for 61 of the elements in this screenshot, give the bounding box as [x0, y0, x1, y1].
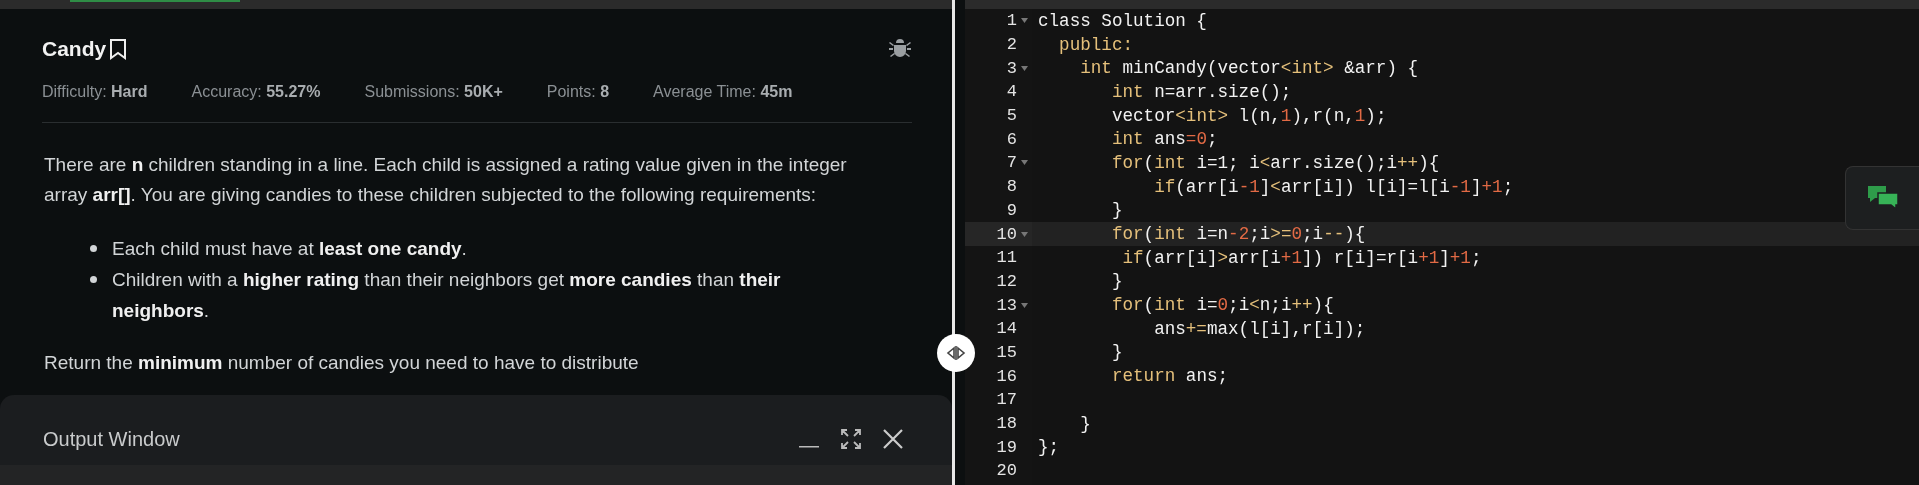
code-line: } [1110, 200, 1123, 221]
code-line: vector<int> l(n,1),r(n,1); [1110, 105, 1387, 126]
expand-icon[interactable] [840, 428, 862, 450]
code-line: int minCandy(vector<int> &arr) { [1079, 58, 1419, 79]
code-line: for(int i=n-2;i>=0;i--){ [1110, 224, 1366, 245]
meta-stat: Average Time: 45m [653, 83, 793, 101]
requirement-item: Children with a higher rating than their neighbors get more candies than their neighbors. [112, 268, 782, 323]
requirement-item: Each child must have at least one candy. [112, 237, 467, 261]
line-number: 14 [996, 319, 1017, 339]
problem-title: Candy [42, 37, 107, 61]
line-number: 15 [996, 342, 1017, 362]
line-number: 8 [1006, 177, 1017, 197]
output-window-title: Output Window [43, 427, 180, 451]
bookmark-icon[interactable] [109, 38, 128, 60]
chat-button[interactable] [1845, 166, 1919, 230]
line-number: 13 [996, 295, 1017, 315]
line-number: 19 [996, 437, 1017, 457]
line-number: 17 [996, 390, 1017, 410]
code-line: public: [1058, 34, 1134, 55]
line-number: 20 [996, 461, 1017, 481]
code-line: int n=arr.size(); [1110, 81, 1292, 102]
code-line: if(arr[i]>arr[i+1]) r[i]=r[i+1]+1; [1121, 247, 1482, 268]
description-paragraph: Return the minimum number of candies you need to have to distribute [44, 351, 640, 375]
code-line: int ans=0; [1110, 129, 1218, 150]
fold-caret-icon[interactable] [1020, 18, 1028, 24]
code-line: return ans; [1110, 366, 1229, 387]
code-line: } [1110, 342, 1123, 363]
bullet-icon [90, 245, 97, 252]
code-line: ans+=max(l[i],r[i]); [1153, 318, 1366, 339]
scrollbar[interactable] [952, 0, 955, 485]
close-icon[interactable] [882, 428, 904, 450]
line-number: 4 [1006, 82, 1017, 102]
code-line: } [1110, 271, 1123, 292]
meta-stat: Accuracy: 55.27% [191, 83, 321, 101]
line-number: 16 [996, 366, 1017, 386]
line-number: 3 [1006, 58, 1017, 78]
description-paragraph: There are n children standing in a line. Each child is assigned a rating value given in the integer array arr[]. You are giving candies to these children subjected to the following requirements: [44, 153, 848, 207]
code-line: class Solution { [1038, 10, 1207, 31]
line-number: 2 [1006, 35, 1017, 55]
code-line: for(int i=0;i<n;i++){ [1110, 295, 1334, 316]
fold-caret-icon[interactable] [1020, 231, 1028, 237]
code-line: }; [1038, 437, 1060, 458]
line-number: 6 [1006, 129, 1017, 149]
fold-caret-icon[interactable] [1020, 302, 1028, 308]
line-number: 10 [996, 224, 1017, 244]
line-number: 5 [1006, 106, 1017, 126]
code-line: if(arr[i-1]<arr[i]) l[i]=l[i-1]+1; [1153, 176, 1514, 197]
fold-caret-icon[interactable] [1020, 65, 1028, 71]
line-number: 1 [1006, 11, 1017, 31]
code-line: for(int i=1; i<arr.size();i++){ [1110, 152, 1440, 173]
line-number: 9 [1006, 200, 1017, 220]
line-number: 7 [1006, 153, 1017, 173]
bullet-icon [90, 276, 97, 283]
fold-caret-icon[interactable] [1020, 160, 1028, 166]
code-line: } [1079, 413, 1091, 434]
meta-stat: Difficulty: Hard [42, 83, 148, 101]
meta-stat: Points: 8 [546, 83, 610, 101]
line-number: 12 [996, 271, 1017, 291]
line-number: 18 [996, 414, 1017, 434]
line-number: 11 [996, 248, 1017, 268]
meta-stat: Submissions: 50K+ [364, 83, 503, 101]
